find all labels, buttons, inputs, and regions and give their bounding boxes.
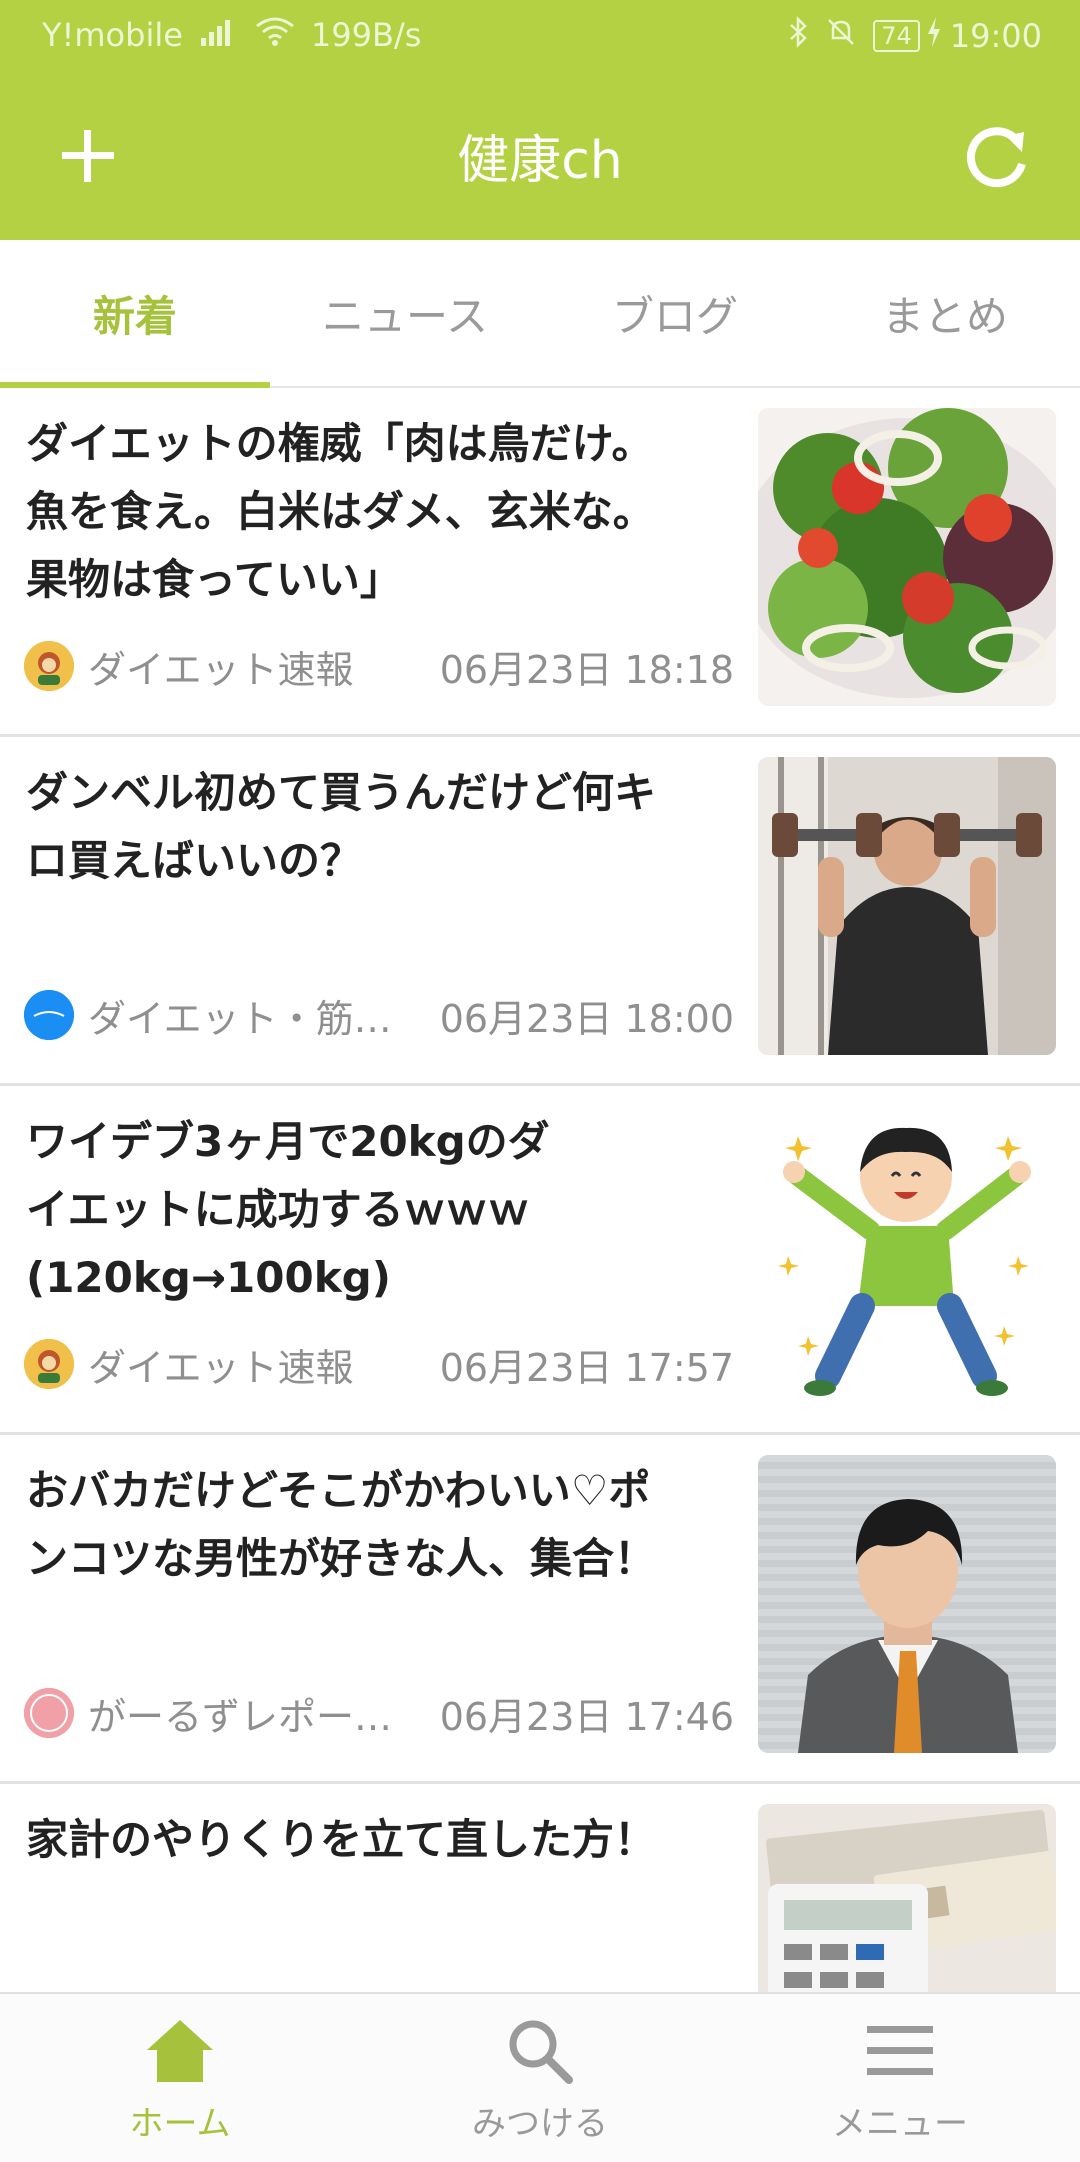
carrier-name: Y!mobile [42,16,183,54]
tab-new[interactable]: 新着 [0,240,270,386]
source-avatar [24,1688,74,1738]
article-meta: ダイエット速報 06月23日 17:57 [24,1338,734,1390]
status-bar: Y!mobile 199B/s 74 19:00 [0,0,1080,72]
article-source: ダイエット速報 [88,1345,354,1390]
bluetooth-icon [787,15,809,56]
article-title: おバカだけどそこがかわいい♡ポ ンコツな男性が好きな人、集合！ [26,1466,657,1583]
menu-icon [867,2026,933,2075]
article-title: ダイエットの権威「肉は鳥だけ。 魚を食え。白米はダメ、玄米な。 果物は食っていい… [26,419,655,604]
nav-label: ホーム [129,2104,231,2144]
bottom-navigation: ホーム みつける メニュー [0,1992,1080,2162]
article-title: ワイデブ3ヶ月で20kgのダ イエットに成功するｗｗｗ (120kg→100kg… [26,1117,550,1302]
article-time: 06月23日 18:18 [439,647,734,692]
tab-label: ニュース [322,291,488,341]
app-bar: 健康ch [0,72,1080,240]
category-tabs: 新着 ニュース ブログ まとめ [0,240,1080,388]
article-item[interactable]: ダイエットの権威「肉は鳥だけ。 魚を食え。白米はダメ、玄米な。 果物は食っていい… [0,388,1080,737]
article-item[interactable]: おバカだけどそこがかわいい♡ポ ンコツな男性が好きな人、集合！ がーるずレポー…… [0,1435,1080,1784]
article-title: ダンベル初めて買うんだけど何キ ロ買えばいいの？ [26,768,657,885]
app-title: 健康ch [457,131,623,191]
nav-home[interactable]: ホーム [0,1994,360,2162]
article-source: がーるずレポー… [88,1694,393,1739]
dumbbell-man-image [758,757,1056,1055]
article-meta: がーるずレポー… 06月23日 17:46 [24,1687,734,1739]
businessman-image [758,1455,1056,1753]
mute-icon [825,16,857,56]
wifi-icon [255,16,295,54]
article-source: ダイエット・筋… [88,996,392,1041]
source-avatar [24,990,74,1040]
battery-level: 74 [873,20,920,52]
article-time: 06月23日 18:00 [439,996,734,1041]
nav-label: みつける [472,2104,608,2144]
nav-discover[interactable]: みつける [360,1994,720,2162]
article-meta: ダイエット速報 06月23日 18:18 [24,640,734,692]
article-list: ダイエットの権威「肉は鳥だけ。 魚を食え。白米はダメ、玄米な。 果物は食っていい… [0,388,1080,2130]
nav-menu[interactable]: メニュー [720,1994,1080,2162]
article-item[interactable]: ワイデブ3ヶ月で20kgのダ イエットに成功するｗｗｗ (120kg→100kg… [0,1086,1080,1435]
nav-label: メニュー [832,2104,968,2144]
article-time: 06月23日 17:46 [439,1694,734,1739]
source-avatar [24,1339,74,1389]
signal-icon [199,16,239,54]
network-speed: 199B/s [310,16,422,54]
article-title: 家計のやりくりを立て直した方！ [26,1815,657,1864]
source-avatar [24,641,74,691]
tab-matome[interactable]: まとめ [810,240,1080,386]
jumping-man-illustration [758,1106,1056,1404]
home-icon [147,2020,213,2082]
article-item[interactable]: ダンベル初めて買うんだけど何キ ロ買えばいいの？ ダイエット・筋… 06月23日… [0,737,1080,1086]
salad-image [758,408,1056,706]
article-source: ダイエット速報 [88,647,354,692]
tab-blog[interactable]: ブログ [540,240,810,386]
clock: 19:00 [949,17,1042,55]
article-meta: ダイエット・筋… 06月23日 18:00 [24,989,734,1041]
tab-label: 新着 [92,291,177,341]
search-icon [509,2020,573,2084]
tab-label: ブログ [611,291,738,341]
tab-label: まとめ [881,291,1008,341]
charging-icon [926,17,942,55]
tab-news[interactable]: ニュース [270,240,540,386]
article-time: 06月23日 17:57 [439,1345,734,1390]
refresh-icon[interactable] [960,118,1036,194]
